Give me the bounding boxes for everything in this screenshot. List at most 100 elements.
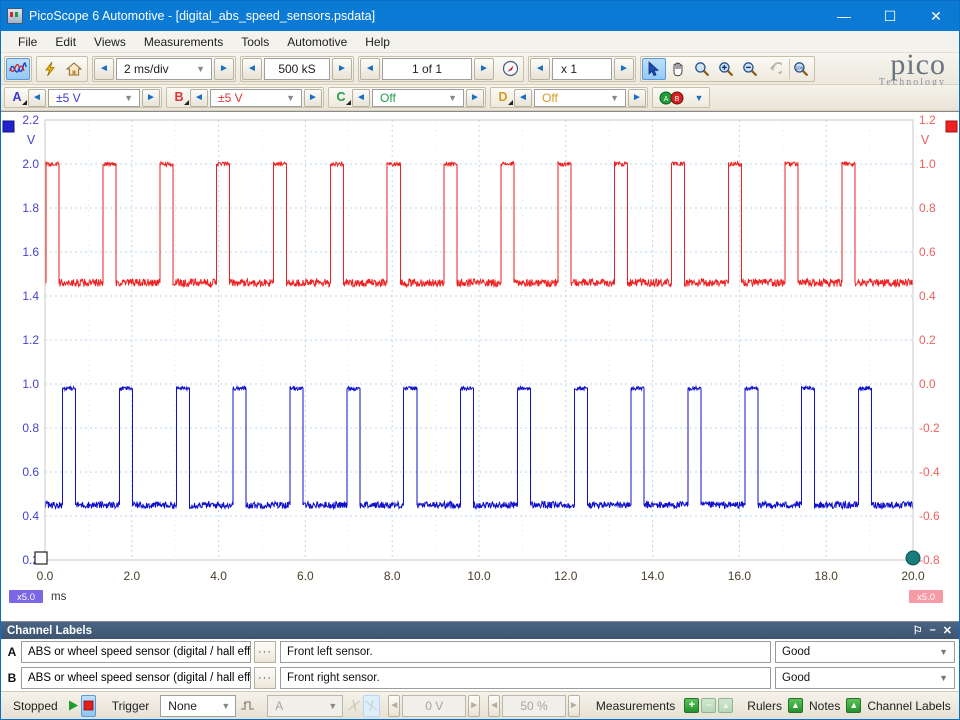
svg-text:0.4: 0.4 — [22, 509, 39, 523]
notes-toggle-button[interactable]: ▲ — [845, 695, 862, 717]
channel-label-note-field-a[interactable]: Front left sensor. — [280, 641, 771, 663]
menu-file[interactable]: File — [9, 32, 46, 52]
channel-label-note-field-b[interactable]: Front right sensor. — [280, 667, 771, 689]
chevron-down-icon: ▼ — [610, 92, 619, 103]
menu-measurements[interactable]: Measurements — [135, 32, 232, 52]
panel-close-icon[interactable]: ✕ — [943, 624, 952, 637]
window-buttons: — ☐ ✕ — [821, 1, 959, 31]
pages-next-button[interactable]: ► — [474, 57, 494, 80]
channel-b-offset-handle[interactable] — [2, 120, 15, 133]
channel-ab-indicator[interactable]: A B — [654, 89, 690, 107]
channel-b-menu-button[interactable]: B — [168, 89, 190, 107]
app-icon — [7, 8, 23, 24]
trigger-source-combo[interactable]: A ▼ — [267, 694, 344, 717]
channel-c-next-button[interactable]: ► — [466, 88, 484, 107]
channel-b-next-button[interactable]: ► — [304, 88, 322, 107]
trigger-mode-combo[interactable]: None ▼ — [160, 694, 237, 717]
channel-c-prev-button[interactable]: ◄ — [352, 88, 370, 107]
compass-icon[interactable] — [498, 58, 522, 80]
pico-logo: pico Technology — [879, 49, 956, 88]
zoom-out-tool-icon[interactable] — [738, 58, 762, 80]
menu-edit[interactable]: Edit — [46, 32, 85, 52]
scope-view[interactable]: 2.2 2.0 1.8 1.6 1.4 1.2 1.0 0.8 0.6 0.4 0.2 1.2 1.0 0… — [1, 111, 959, 622]
remove-measurement-button[interactable]: – — [700, 695, 717, 717]
minimize-button[interactable]: — — [821, 1, 867, 31]
channel-a-next-button[interactable]: ► — [142, 88, 160, 107]
channel-d-range-combo[interactable]: Off ▼ — [534, 88, 626, 107]
channel-label-browse-button-a[interactable]: ··· — [254, 641, 276, 663]
channel-label-status-combo-b[interactable]: Good ▼ — [775, 667, 955, 689]
channel-label-sensor-value-b: ABS or wheel speed sensor (digital / hal… — [28, 672, 251, 684]
channel-labels-toggle-label[interactable]: Channel Labels — [862, 699, 955, 713]
channel-label-status-combo-a[interactable]: Good ▼ — [775, 641, 955, 663]
samples-prev-button[interactable]: ◄ — [242, 57, 262, 80]
rulers-toggle-button[interactable]: ▲ — [787, 695, 804, 717]
zoom-factor-prev-button[interactable]: ◄ — [530, 57, 550, 80]
zoom-100-tool-icon[interactable]: 100 — [789, 57, 813, 80]
channel-d-next-button[interactable]: ► — [628, 88, 646, 107]
channel-label-browse-button-b[interactable]: ··· — [254, 667, 276, 689]
timebase-combo[interactable]: 2 ms/div ▼ — [116, 57, 212, 80]
svg-text:1.0: 1.0 — [22, 377, 39, 391]
zoom-factor-next-button[interactable]: ► — [614, 57, 634, 80]
menu-tools[interactable]: Tools — [232, 32, 278, 52]
timebase-next-button[interactable]: ► — [214, 57, 234, 80]
samples-value[interactable]: 500 kS — [264, 57, 330, 80]
scope-canvas[interactable]: 2.2 2.0 1.8 1.6 1.4 1.2 1.0 0.8 0.6 0.4 0.2 1.2 1.0 0… — [1, 112, 959, 612]
menu-automotive[interactable]: Automotive — [278, 32, 356, 52]
trigger-level-prev-button[interactable]: ◄ — [388, 694, 401, 717]
lightning-icon[interactable] — [38, 58, 62, 80]
time-marker-start[interactable] — [34, 551, 48, 565]
time-marker-end[interactable] — [905, 550, 921, 566]
channel-ab-indicator-group: A B ▼ — [652, 87, 710, 108]
hand-tool-icon[interactable] — [666, 58, 690, 80]
zoom-in-tool-icon[interactable] — [714, 58, 738, 80]
channel-d-menu-button[interactable]: D — [492, 89, 514, 107]
rising-slope-icon[interactable] — [346, 695, 363, 717]
channel-a-menu-button[interactable]: A — [6, 89, 28, 107]
channel-a-offset-handle[interactable] — [945, 120, 958, 133]
channel-label-sensor-combo-a[interactable]: ABS or wheel speed sensor (digital / hal… — [21, 641, 251, 663]
close-button[interactable]: ✕ — [913, 1, 959, 31]
svg-text:0.8: 0.8 — [919, 201, 936, 215]
channel-c-range-combo[interactable]: Off ▼ — [372, 88, 464, 107]
samples-next-button[interactable]: ► — [332, 57, 352, 80]
start-capture-button[interactable] — [66, 695, 81, 717]
channel-label-sensor-combo-b[interactable]: ABS or wheel speed sensor (digital / hal… — [21, 667, 251, 689]
open-measurements-button[interactable]: ▲ — [717, 695, 734, 717]
waveform-icon[interactable] — [6, 57, 30, 80]
add-measurement-button[interactable]: + — [683, 695, 700, 717]
zoom-factor-value[interactable]: x 1 — [552, 57, 612, 80]
pretrigger-value[interactable]: 50 % — [502, 694, 567, 717]
channel-a-prev-button[interactable]: ◄ — [28, 88, 46, 107]
menu-views[interactable]: Views — [85, 32, 135, 52]
panel-minimize-icon[interactable]: – — [930, 624, 936, 637]
home-icon[interactable] — [62, 58, 86, 80]
trigger-level-value[interactable]: 0 V — [402, 694, 467, 717]
channel-a-range-combo[interactable]: ±5 V ▼ — [48, 88, 140, 107]
pin-icon[interactable]: ⚐ — [913, 624, 923, 637]
menu-help[interactable]: Help — [356, 32, 399, 52]
rising-edge-icon[interactable] — [239, 695, 256, 717]
stop-capture-button[interactable] — [80, 694, 96, 717]
mode-button-group — [4, 55, 32, 82]
svg-text:1.4: 1.4 — [22, 289, 39, 303]
undo-zoom-tool-icon[interactable] — [762, 58, 786, 80]
channel-b-prev-button[interactable]: ◄ — [190, 88, 208, 107]
channel-b-range-combo[interactable]: ±5 V ▼ — [210, 88, 302, 107]
pages-value[interactable]: 1 of 1 — [382, 57, 472, 80]
channel-d-prev-button[interactable]: ◄ — [514, 88, 532, 107]
channel-c-menu-button[interactable]: C — [330, 89, 352, 107]
maximize-button[interactable]: ☐ — [867, 1, 913, 31]
channel-ab-dropdown-button[interactable]: ▼ — [690, 89, 708, 107]
pages-prev-button[interactable]: ◄ — [360, 57, 380, 80]
pretrigger-prev-button[interactable]: ◄ — [488, 694, 501, 717]
pointer-tool-icon[interactable] — [642, 57, 666, 80]
zoom-select-tool-icon[interactable] — [690, 58, 714, 80]
timebase-prev-button[interactable]: ◄ — [94, 57, 114, 80]
falling-slope-icon[interactable] — [363, 694, 381, 717]
chevron-down-icon: ▼ — [328, 700, 338, 711]
chevron-down-icon: ▼ — [221, 700, 231, 711]
pretrigger-next-button[interactable]: ► — [568, 694, 580, 717]
trigger-level-next-button[interactable]: ► — [468, 694, 481, 717]
